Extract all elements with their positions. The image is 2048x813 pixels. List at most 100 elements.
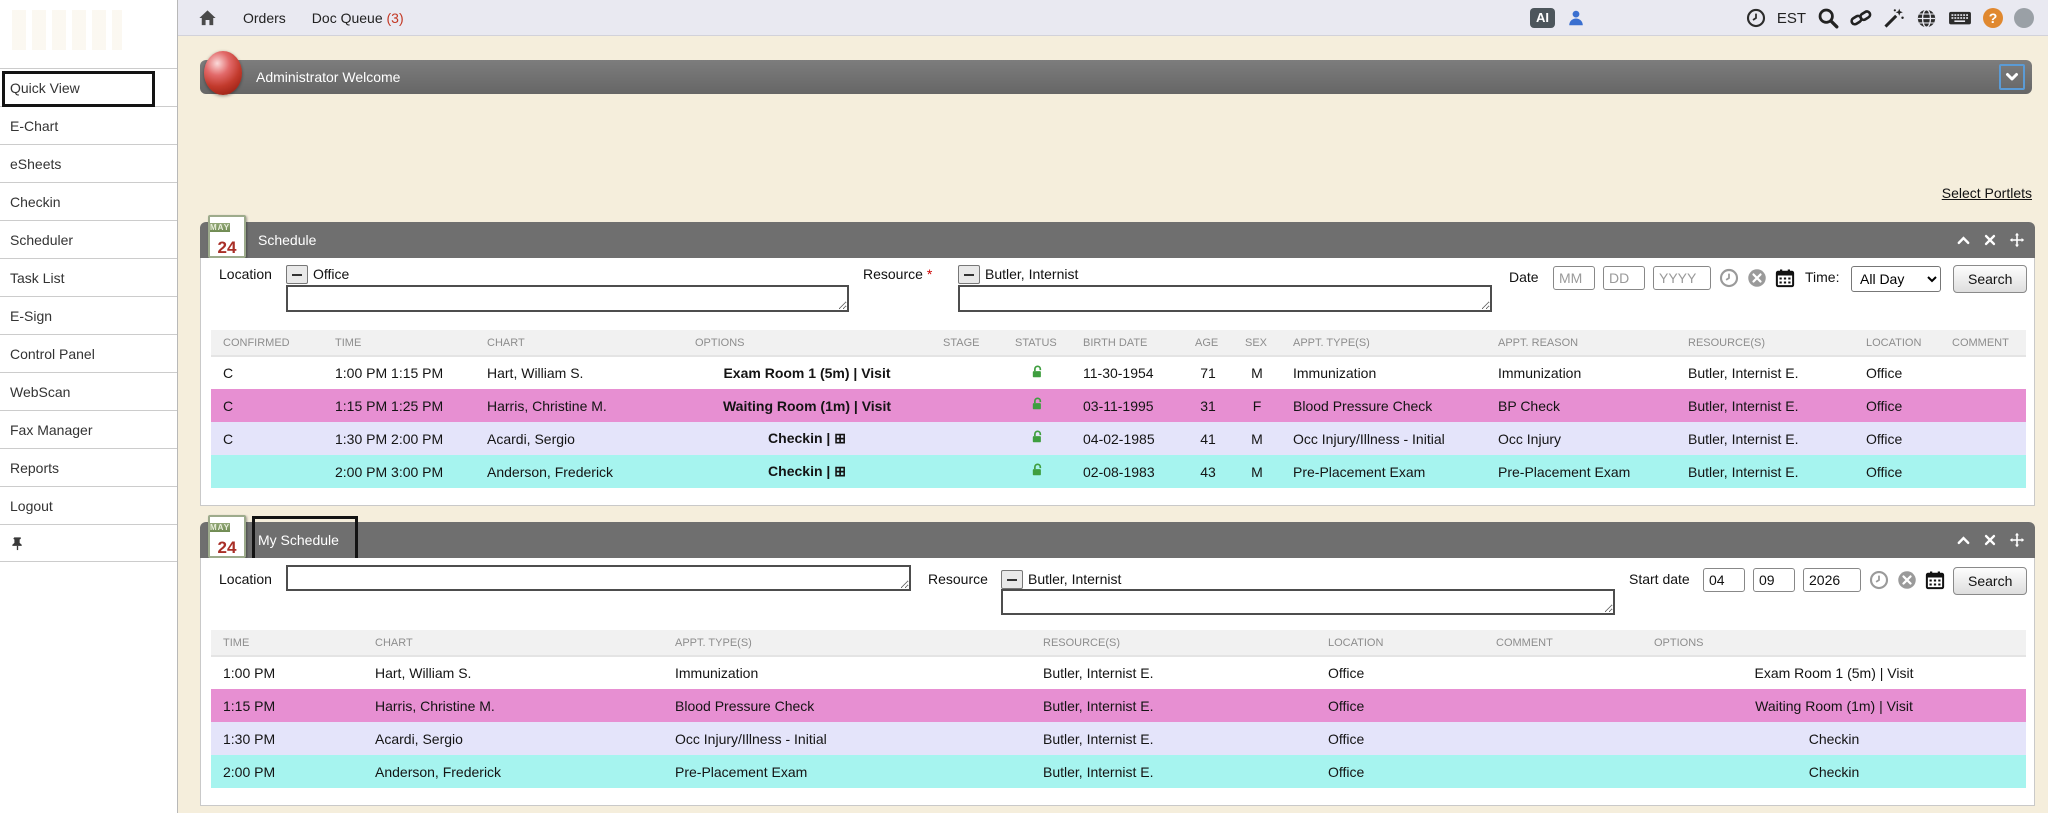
- home-icon[interactable]: [198, 9, 217, 27]
- location-selected-value: Office: [313, 266, 349, 282]
- my-schedule-row[interactable]: 1:15 PMHarris, Christine M.Blood Pressur…: [211, 689, 2026, 722]
- time-picker-icon[interactable]: [1719, 268, 1739, 288]
- cell-options[interactable]: Checkin: [1642, 722, 2026, 755]
- cell-time: 2:00 PM: [211, 755, 363, 788]
- cell-options[interactable]: Checkin | ⊞: [683, 422, 931, 455]
- chevron-down-icon: [2004, 69, 2020, 85]
- wand-icon[interactable]: [1883, 7, 1905, 29]
- sidebar-item-esheets[interactable]: eSheets: [0, 144, 177, 182]
- select-portlets-link[interactable]: Select Portlets: [1942, 185, 2032, 201]
- start-month-input[interactable]: [1703, 568, 1745, 592]
- cell-chart: Hart, William S.: [363, 656, 663, 689]
- my-schedule-search-button[interactable]: Search: [1953, 567, 2027, 595]
- sidebar-item-checkin[interactable]: Checkin: [0, 182, 177, 220]
- keyboard-icon[interactable]: [1948, 8, 1972, 28]
- column-header-comment: COMMENT: [1940, 330, 2026, 356]
- nav-orders[interactable]: Orders: [243, 10, 286, 26]
- globe-icon[interactable]: [1916, 8, 1937, 29]
- sidebar-item-scheduler[interactable]: Scheduler: [0, 220, 177, 258]
- welcome-collapse-button[interactable]: [1999, 64, 2025, 90]
- date-day-input[interactable]: [1603, 266, 1645, 290]
- cell-options[interactable]: Waiting Room (1m) | Visit: [1642, 689, 2026, 722]
- close-portlet-button[interactable]: [1983, 533, 1997, 547]
- cell-chart: Acardi, Sergio: [363, 722, 663, 755]
- calendar-picker-icon[interactable]: [1925, 570, 1945, 590]
- move-portlet-handle[interactable]: [2009, 232, 2025, 248]
- time-range-select[interactable]: All Day: [1851, 266, 1941, 292]
- date-year-input[interactable]: [1653, 266, 1711, 290]
- sidebar-item-quick-view[interactable]: Quick View: [0, 68, 177, 106]
- sidebar-item-task-list[interactable]: Task List: [0, 258, 177, 296]
- cell-status[interactable]: [1003, 455, 1071, 488]
- schedule-row[interactable]: C1:15 PM 1:25 PMHarris, Christine M.Wait…: [211, 389, 2026, 422]
- cell-birth_date: 02-08-1983: [1071, 455, 1183, 488]
- cell-options[interactable]: Checkin: [1642, 755, 2026, 788]
- collapse-portlet-button[interactable]: [1956, 533, 1971, 548]
- column-header-options: OPTIONS: [683, 330, 931, 356]
- location-search-input[interactable]: [286, 285, 849, 312]
- location-collapse-button[interactable]: [286, 265, 308, 284]
- schedule-table: CONFIRMEDTIMECHARTOPTIONSSTAGESTATUSBIRT…: [211, 330, 2026, 488]
- search-icon[interactable]: [1817, 7, 1839, 29]
- schedule-row[interactable]: C1:30 PM 2:00 PMAcardi, SergioCheckin | …: [211, 422, 2026, 455]
- cell-birth_date: 04-02-1985: [1071, 422, 1183, 455]
- cell-options[interactable]: Waiting Room (1m) | Visit: [683, 389, 931, 422]
- cell-status[interactable]: [1003, 356, 1071, 389]
- time-picker-icon[interactable]: [1869, 570, 1889, 590]
- my-schedule-row[interactable]: 1:30 PMAcardi, SergioOcc Injury/Illness …: [211, 722, 2026, 755]
- sidebar-item-webscan[interactable]: WebScan: [0, 372, 177, 410]
- cell-comment: [1484, 755, 1642, 788]
- resource-collapse-button[interactable]: [958, 265, 980, 284]
- resource-search-input[interactable]: [958, 285, 1492, 312]
- sidebar-item-fax-manager[interactable]: Fax Manager: [0, 410, 177, 448]
- nav-doc-queue[interactable]: Doc Queue (3): [312, 10, 404, 26]
- schedule-portlet: MAY 24 Schedule Location Office Resource…: [200, 222, 2035, 506]
- location-search-input[interactable]: [286, 565, 911, 591]
- cell-comment: [1484, 656, 1642, 689]
- cell-resources: Butler, Internist E.: [1031, 755, 1316, 788]
- my-schedule-portlet-body: Location Resource Butler, Internist Star…: [200, 558, 2035, 806]
- user-icon[interactable]: [1567, 9, 1585, 27]
- collapse-portlet-button[interactable]: [1956, 233, 1971, 248]
- schedule-search-button[interactable]: Search: [1953, 265, 2027, 293]
- cell-resources: Butler, Internist E.: [1676, 422, 1854, 455]
- start-year-input[interactable]: [1803, 568, 1861, 592]
- clock-icon[interactable]: [1746, 8, 1766, 28]
- resource-search-input[interactable]: [1001, 589, 1615, 615]
- link-icon[interactable]: [1850, 7, 1872, 29]
- sidebar-item-control-panel[interactable]: Control Panel: [0, 334, 177, 372]
- my-schedule-row[interactable]: 2:00 PMAnderson, FrederickPre-Placement …: [211, 755, 2026, 788]
- close-portlet-button[interactable]: [1983, 233, 1997, 247]
- start-day-input[interactable]: [1753, 568, 1795, 592]
- clear-date-icon[interactable]: [1747, 268, 1767, 288]
- my-schedule-portlet-header: MAY 24 My Schedule: [200, 522, 2035, 558]
- schedule-row[interactable]: 2:00 PM 3:00 PMAnderson, FrederickChecki…: [211, 455, 2026, 488]
- minus-icon: [964, 274, 974, 276]
- cell-status[interactable]: [1003, 422, 1071, 455]
- column-header-location: LOCATION: [1854, 330, 1940, 356]
- ai-badge[interactable]: AI: [1530, 8, 1555, 28]
- schedule-row[interactable]: C1:00 PM 1:15 PMHart, William S.Exam Roo…: [211, 356, 2026, 389]
- clear-date-icon[interactable]: [1897, 570, 1917, 590]
- cell-status[interactable]: [1003, 389, 1071, 422]
- location-label: Location: [219, 266, 272, 282]
- sidebar-item-e-chart[interactable]: E-Chart: [0, 106, 177, 144]
- help-icon[interactable]: ?: [1983, 8, 2003, 28]
- cell-confirmed: C: [211, 389, 323, 422]
- cell-options[interactable]: Exam Room 1 (5m) | Visit: [683, 356, 931, 389]
- sidebar-item-reports[interactable]: Reports: [0, 448, 177, 486]
- cell-chart: Acardi, Sergio: [475, 422, 683, 455]
- cell-options[interactable]: Exam Room 1 (5m) | Visit: [1642, 656, 2026, 689]
- pushpin-icon[interactable]: [10, 536, 25, 551]
- avatar-circle[interactable]: [2014, 8, 2034, 28]
- cell-chart: Hart, William S.: [475, 356, 683, 389]
- date-month-input[interactable]: [1553, 266, 1595, 290]
- my-schedule-row[interactable]: 1:00 PMHart, William S.ImmunizationButle…: [211, 656, 2026, 689]
- cell-options[interactable]: Checkin | ⊞: [683, 455, 931, 488]
- sidebar-item-logout[interactable]: Logout: [0, 486, 177, 524]
- sidebar-item-e-sign[interactable]: E-Sign: [0, 296, 177, 334]
- resource-collapse-button[interactable]: [1001, 570, 1023, 589]
- column-header-appt_reason: APPT. REASON: [1486, 330, 1676, 356]
- calendar-picker-icon[interactable]: [1775, 268, 1795, 288]
- move-portlet-handle[interactable]: [2009, 532, 2025, 548]
